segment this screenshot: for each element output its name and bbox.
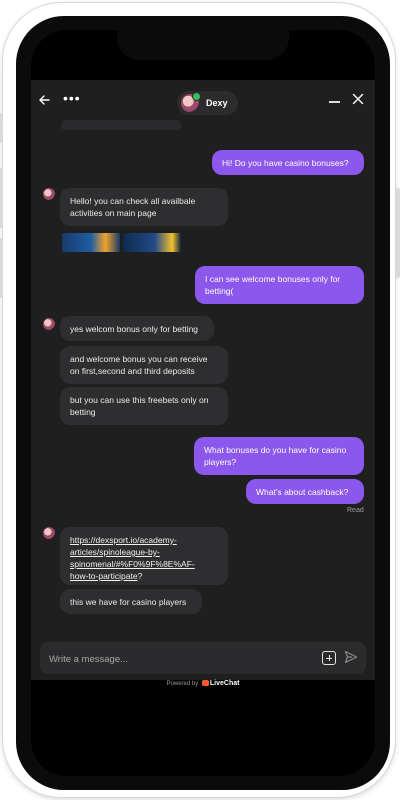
agent-message: this we have for casino players [60,589,202,614]
agent-avatar [43,527,55,539]
agent-message: and welcome bonus you can receive on fir… [60,346,228,384]
agent-link-message: https://dexsport.io/academy- articles/sp… [60,527,228,585]
link-text-line: spinomenal/#%F0%9F%8E%AF- [70,559,195,569]
message-composer [40,642,366,674]
promo-image-thumbnail[interactable] [62,233,120,252]
link-text-line: https://dexsport.io/academy- [70,535,177,545]
phone-side-button [395,188,400,278]
minimize-icon[interactable] [329,101,340,103]
livechat-brand: LiveChat [209,680,240,687]
visitor-message: Hi! Do you have casino bonuses? [212,150,364,175]
phone-notch [117,30,289,60]
agent-message: yes welcom bonus only for betting [60,316,214,341]
phone-side-button [0,113,3,143]
phone-side-button [0,238,3,298]
agent-name: Dexy [206,98,228,108]
message-input[interactable] [47,650,301,668]
powered-by-text: Powered by [166,681,199,687]
phone-bezel: ••• Dexy Hi! Do you have casino bonuses?… [16,16,390,790]
agent-avatar [43,318,55,330]
visitor-message: What's about cashback? [246,479,364,504]
promo-image-thumbnail[interactable] [123,233,181,252]
previous-message-fade [61,120,181,130]
chat-header: ••• Dexy [31,88,375,118]
livechat-logo-icon [201,680,209,687]
phone-screen: ••• Dexy Hi! Do you have casino bonuses?… [31,30,375,776]
agent-avatar [43,188,55,200]
agent-badge[interactable]: Dexy [177,91,238,115]
phone-frame: ••• Dexy Hi! Do you have casino bonuses?… [0,3,400,797]
more-options-icon[interactable]: ••• [63,91,81,105]
phone-side-button [0,168,3,228]
online-status-dot [192,92,201,101]
visitor-message: What bonuses do you have for casino play… [194,437,364,475]
article-link[interactable]: https://dexsport.io/academy- articles/sp… [70,535,195,581]
link-suffix: ? [137,571,143,581]
back-arrow-icon[interactable] [38,94,50,106]
add-attachment-icon[interactable] [322,651,336,665]
read-receipt: Read [347,507,364,514]
link-text-line: articles/spinoleague-by- [70,547,160,557]
visitor-message: I can see welcome bonuses only for betti… [195,266,364,304]
agent-avatar [181,92,201,112]
chat-window: ••• Dexy Hi! Do you have casino bonuses?… [31,80,375,687]
link-text-line: how-to-participate [70,571,138,581]
send-icon[interactable] [344,650,358,664]
close-icon[interactable] [352,93,364,105]
powered-by-footer[interactable]: Powered by LiveChat [31,680,375,687]
agent-message: Hello! you can check all availbale activ… [60,188,228,226]
agent-message: but you can use this freebets only on be… [60,387,228,425]
